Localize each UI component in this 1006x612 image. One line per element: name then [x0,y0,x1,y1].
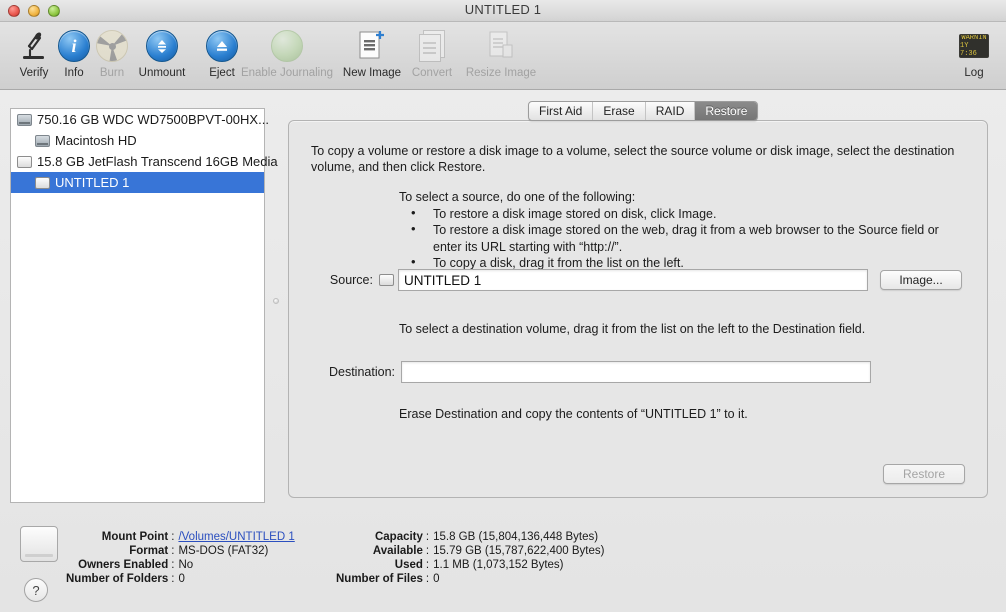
info-value: 0 [178,573,185,585]
source-row: Source: UNTITLED 1 Image... [311,269,971,291]
toolbar-label: Log [964,67,984,79]
volume-icon [35,134,50,147]
info-separator: : [171,559,175,571]
tab-restore[interactable]: Restore [695,102,758,120]
toolbar-label: Enable Journaling [240,67,334,79]
toolbar-label: Resize Image [465,67,537,79]
toolbar: Verify i Info Burn Unmount Eject Enable … [0,22,1006,90]
info-row: Number of Folders : 0 [66,572,295,586]
list-item-selected[interactable]: UNTITLED 1 [11,172,264,193]
info-row: Mount Point : /Volumes/UNTITLED 1 [66,530,295,544]
splitter-grip-icon[interactable] [273,298,279,304]
log-icon-line2: 1Y 7:36 [960,42,977,58]
list-item-label: 750.16 GB WDC WD7500BPVT-00HX... [37,112,269,127]
toolbar-label: Unmount [138,67,186,79]
volume-icon [35,176,50,189]
selected-volume-icon [20,526,58,562]
toolbar-label: Eject [209,67,235,79]
instruction-bullet: To restore a disk image stored on disk, … [399,205,964,223]
disk-list[interactable]: 750.16 GB WDC WD7500BPVT-00HX... Macinto… [10,108,278,503]
destination-row: Destination: [311,361,971,383]
info-key: Format [129,545,169,557]
tab-raid[interactable]: RAID [646,102,696,120]
info-row: Capacity : 15.8 GB (15,804,136,448 Bytes… [336,530,604,544]
image-button[interactable]: Image... [880,270,962,290]
info-separator: : [425,545,430,557]
list-item[interactable]: Macintosh HD [11,130,264,151]
source-instructions: To select a source, do one of the follow… [399,189,964,272]
sidebar-splitter[interactable] [270,108,282,503]
info-separator: : [425,531,430,543]
resize-image-icon [479,26,523,66]
volume-info-panel: ? Mount Point : /Volumes/UNTITLED 1 Form… [0,508,1006,612]
list-item-label: 15.8 GB JetFlash Transcend 16GB Media [37,154,278,169]
info-key: Capacity [374,531,423,543]
info-separator: : [171,545,175,557]
info-separator: : [425,559,430,571]
source-volume-icon [379,274,394,286]
info-separator: : [171,573,175,585]
info-key: Number of Files [336,573,423,585]
info-separator: : [425,573,430,585]
destination-input[interactable] [401,361,871,383]
info-row: Number of Files : 0 [336,572,604,586]
unmount-icon [140,26,184,66]
info-column-left: Mount Point : /Volumes/UNTITLED 1 Format… [66,530,295,586]
list-item[interactable]: 15.8 GB JetFlash Transcend 16GB Media [11,151,278,172]
window-title: UNTITLED 1 [464,2,542,17]
restore-panel: To copy a volume or restore a disk image… [288,120,988,498]
info-value: 15.79 GB (15,787,622,400 Bytes) [433,545,605,557]
log-icon-line1: WARNIN [961,34,987,42]
journaling-sphere-icon [265,26,309,66]
tab-erase[interactable]: Erase [593,102,646,120]
help-button[interactable]: ? [24,578,48,602]
toolbar-label: Convert [411,67,453,79]
info-key: Mount Point [101,531,169,543]
destination-hint: To select a destination volume, drag it … [399,322,866,336]
tab-bar: First Aid Erase RAID Restore [528,101,759,121]
destination-label: Destination: [328,365,395,379]
info-value: 1.1 MB (1,073,152 Bytes) [433,559,564,571]
info-row: Available : 15.79 GB (15,787,622,400 Byt… [336,544,605,558]
restore-intro-text: To copy a volume or restore a disk image… [311,144,955,174]
toolbar-button-resize-image[interactable]: Resize Image [456,26,546,88]
source-instructions-title: To select a source, do one of the follow… [399,190,636,204]
disk-icon [17,155,32,168]
toolbar-button-enable-journaling[interactable]: Enable Journaling [232,26,342,88]
info-value: 0 [433,573,440,585]
info-key: Available [372,545,423,557]
toolbar-label: Burn [99,67,125,79]
info-value: MS-DOS (FAT32) [178,545,269,557]
list-item-label: UNTITLED 1 [55,175,130,190]
info-row: Owners Enabled : No [66,558,295,572]
convert-icon [410,26,454,66]
info-column-right: Capacity : 15.8 GB (15,804,136,448 Bytes… [336,530,604,586]
log-console-icon: WARNIN 1Y 7:36 [952,26,996,66]
info-value: 15.8 GB (15,804,136,448 Bytes) [433,531,599,543]
list-item[interactable]: 750.16 GB WDC WD7500BPVT-00HX... [11,109,269,130]
source-input[interactable]: UNTITLED 1 [398,269,868,291]
title-bar: UNTITLED 1 [0,0,1006,22]
toolbar-label: New Image [342,67,402,79]
mount-point-link[interactable]: /Volumes/UNTITLED 1 [178,531,294,543]
erase-destination-message: Erase Destination and copy the contents … [399,407,748,421]
disk-utility-window: UNTITLED 1 Verify i Info Burn Unmount Ej… [0,0,1006,612]
new-image-icon [350,26,394,66]
restore-button[interactable]: Restore [883,464,965,484]
info-key: Owners Enabled [78,559,169,571]
info-separator: : [171,531,175,543]
source-label: Source: [329,273,373,287]
instruction-bullet: To restore a disk image stored on the we… [399,221,964,255]
disk-icon [17,113,32,126]
info-value: No [178,559,194,571]
info-key: Number of Folders [66,573,169,585]
tab-first-aid[interactable]: First Aid [529,102,594,120]
info-row: Used : 1.1 MB (1,073,152 Bytes) [336,558,604,572]
list-item-label: Macintosh HD [55,133,137,148]
info-row: Format : MS-DOS (FAT32) [66,544,295,558]
info-key: Used [394,559,423,571]
toolbar-button-log[interactable]: WARNIN 1Y 7:36 Log [945,26,1003,88]
